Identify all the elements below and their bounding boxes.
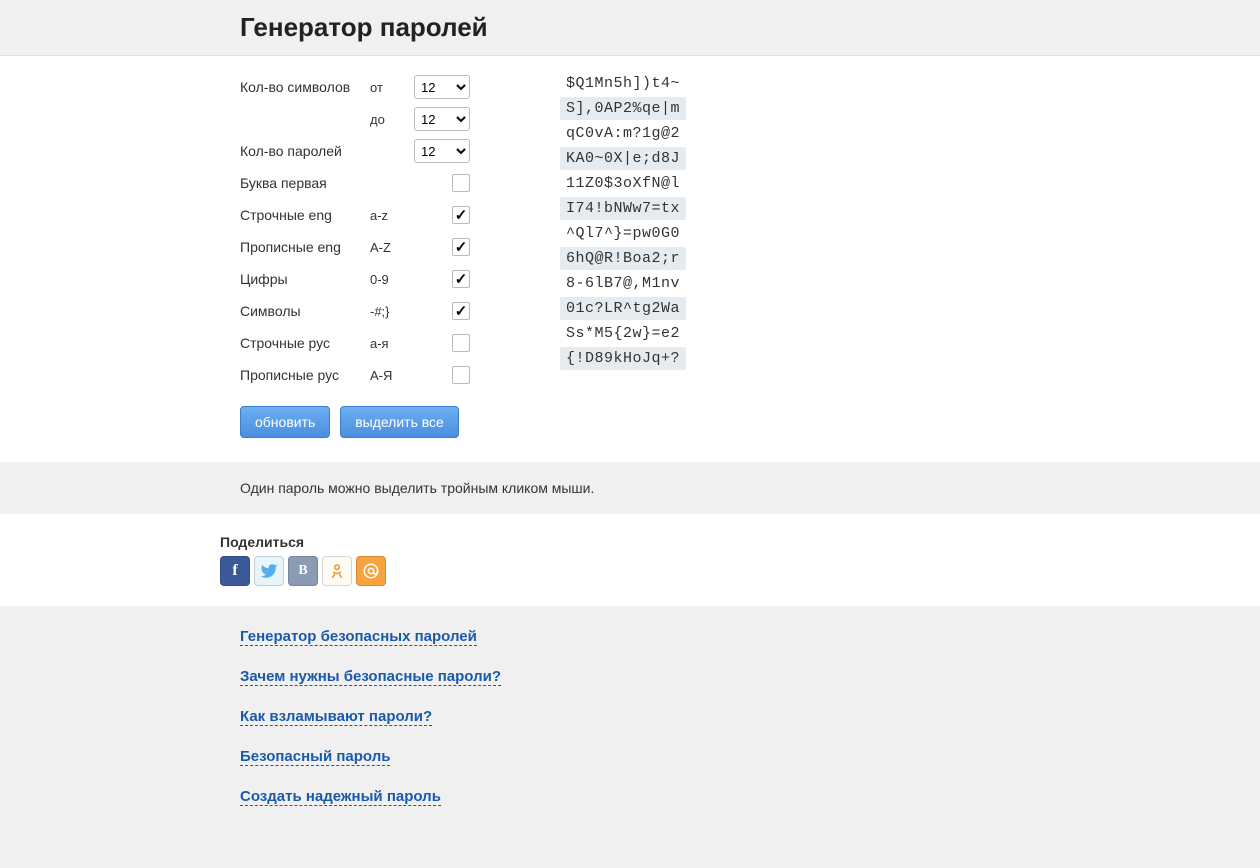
info-link[interactable]: Безопасный пароль [240, 748, 390, 766]
chars-count-label: Кол-во символов [240, 79, 370, 95]
symbols-checkbox[interactable] [452, 302, 470, 320]
info-link[interactable]: Создать надежный пароль [240, 788, 441, 806]
password-item[interactable]: Ss*M5{2w}=e2 [560, 322, 686, 345]
symbols-label: Символы [240, 303, 370, 319]
password-list: $Q1Mn5h])t4~S],0AP2%qe|mqC0vA:m?1g@2KA0~… [560, 72, 686, 438]
chars-from-select[interactable]: 12 [414, 75, 470, 99]
password-count-select[interactable]: 12 [414, 139, 470, 163]
hint-text: Один пароль можно выделить тройным клико… [240, 480, 1020, 496]
digits-label: Цифры [240, 271, 370, 287]
upper-rus-label: Прописные рус [240, 367, 370, 383]
info-link[interactable]: Генератор безопасных паролей [240, 628, 477, 646]
password-item[interactable]: 01c?LR^tg2Wa [560, 297, 686, 320]
lower-eng-label: Строчные eng [240, 207, 370, 223]
password-item[interactable]: I74!bNWw7=tx [560, 197, 686, 220]
share-title: Поделиться [220, 534, 1040, 550]
to-label: до [370, 112, 410, 127]
password-item[interactable]: 8-6lB7@,M1nv [560, 272, 686, 295]
refresh-button[interactable]: обновить [240, 406, 330, 438]
first-letter-label: Буква первая [240, 175, 370, 191]
info-link[interactable]: Зачем нужны безопасные пароли? [240, 668, 501, 686]
upper-rus-checkbox[interactable] [452, 366, 470, 384]
password-item[interactable]: $Q1Mn5h])t4~ [560, 72, 686, 95]
password-item[interactable]: ^Ql7^}=pw0G0 [560, 222, 686, 245]
password-item[interactable]: qC0vA:m?1g@2 [560, 122, 686, 145]
odnoklassniki-icon[interactable] [322, 556, 352, 586]
chars-to-select[interactable]: 12 [414, 107, 470, 131]
lower-eng-checkbox[interactable] [452, 206, 470, 224]
symbols-hint: -#;} [370, 304, 410, 319]
password-item[interactable]: {!D89kHoJq+? [560, 347, 686, 370]
vk-icon[interactable]: B [288, 556, 318, 586]
upper-eng-label: Прописные eng [240, 239, 370, 255]
digits-hint: 0-9 [370, 272, 410, 287]
lower-rus-hint: а-я [370, 336, 410, 351]
facebook-icon[interactable]: f [220, 556, 250, 586]
upper-eng-checkbox[interactable] [452, 238, 470, 256]
lower-eng-hint: a-z [370, 208, 410, 223]
digits-checkbox[interactable] [452, 270, 470, 288]
twitter-icon[interactable] [254, 556, 284, 586]
upper-eng-hint: A-Z [370, 240, 410, 255]
upper-rus-hint: А-Я [370, 368, 410, 383]
mailru-icon[interactable] [356, 556, 386, 586]
password-count-label: Кол-во паролей [240, 143, 370, 159]
from-label: от [370, 80, 410, 95]
lower-rus-label: Строчные рус [240, 335, 370, 351]
password-item[interactable]: 6hQ@R!Boa2;r [560, 247, 686, 270]
page-title: Генератор паролей [240, 0, 1020, 55]
lower-rus-checkbox[interactable] [452, 334, 470, 352]
password-item[interactable]: 11Z0$3oXfN@l [560, 172, 686, 195]
password-item[interactable]: KA0~0X|e;d8J [560, 147, 686, 170]
select-all-button[interactable]: выделить все [340, 406, 459, 438]
password-item[interactable]: S],0AP2%qe|m [560, 97, 686, 120]
info-link[interactable]: Как взламывают пароли? [240, 708, 432, 726]
first-letter-checkbox[interactable] [452, 174, 470, 192]
